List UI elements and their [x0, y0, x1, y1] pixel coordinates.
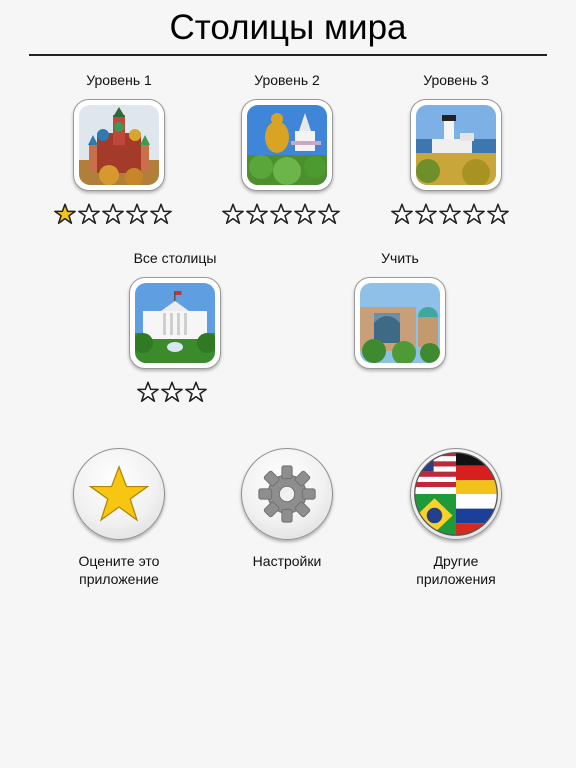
- other-apps-label-line1: Другие: [433, 553, 479, 569]
- star-empty-icon: [318, 203, 340, 225]
- star-empty-icon: [102, 203, 124, 225]
- lighthouse-image: [416, 105, 496, 185]
- page-title: Столицы мира: [169, 8, 407, 47]
- star-empty-icon: [185, 381, 207, 403]
- madrasa-image: [360, 283, 440, 363]
- star-empty-icon: [137, 381, 159, 403]
- learn-button[interactable]: [354, 277, 446, 369]
- star-empty-icon: [126, 203, 148, 225]
- level-label: Уровень 3: [423, 72, 489, 88]
- level-1-stars: [54, 203, 172, 225]
- star-empty-icon: [270, 203, 292, 225]
- star-empty-icon: [161, 381, 183, 403]
- settings-label-line1: Настройки: [252, 553, 322, 569]
- star-empty-icon: [391, 203, 413, 225]
- rate-app-button[interactable]: [73, 448, 165, 540]
- rate-label-line2: приложение: [79, 571, 159, 587]
- white-house-image: [135, 283, 215, 363]
- all-capitals-label: Все столицы: [110, 250, 240, 267]
- star-empty-icon: [294, 203, 316, 225]
- level-1-label: Уровень 1: [54, 72, 184, 89]
- level-3-label: Уровень 3: [391, 72, 521, 89]
- star-filled-icon: [54, 203, 76, 225]
- level-3-button[interactable]: [410, 99, 502, 191]
- flags-icon: [414, 452, 498, 536]
- other-apps-label: Другие приложения: [376, 552, 536, 588]
- kremlin-image: [79, 105, 159, 185]
- all-capitals-stars: [137, 381, 207, 403]
- settings-label: Настройки: [207, 552, 367, 570]
- star-empty-icon: [487, 203, 509, 225]
- level-2-label: Уровень 2: [222, 72, 352, 89]
- level-3-stars: [391, 203, 509, 225]
- star-empty-icon: [415, 203, 437, 225]
- star-empty-icon: [246, 203, 268, 225]
- other-apps-label-line2: приложения: [416, 571, 496, 587]
- all-capitals-button[interactable]: [129, 277, 221, 369]
- level-2-stars: [222, 203, 340, 225]
- all-capitals-text: Все столицы: [133, 250, 217, 266]
- star-empty-icon: [78, 203, 100, 225]
- level-2-button[interactable]: [241, 99, 333, 191]
- level-1-button[interactable]: [73, 99, 165, 191]
- temple-image: [247, 105, 327, 185]
- star-empty-icon: [150, 203, 172, 225]
- level-label: Уровень 1: [86, 72, 152, 88]
- star-empty-icon: [439, 203, 461, 225]
- learn-text: Учить: [381, 250, 419, 266]
- rate-label-line1: Оцените это: [78, 553, 160, 569]
- star-empty-icon: [463, 203, 485, 225]
- rate-app-label: Оцените это приложение: [39, 552, 199, 588]
- title-divider: [29, 54, 547, 56]
- other-apps-button[interactable]: [410, 448, 502, 540]
- star-icon: [88, 464, 150, 522]
- learn-label: Учить: [335, 250, 465, 267]
- level-label: Уровень 2: [254, 72, 320, 88]
- settings-button[interactable]: [241, 448, 333, 540]
- star-empty-icon: [222, 203, 244, 225]
- gear-icon: [258, 465, 316, 523]
